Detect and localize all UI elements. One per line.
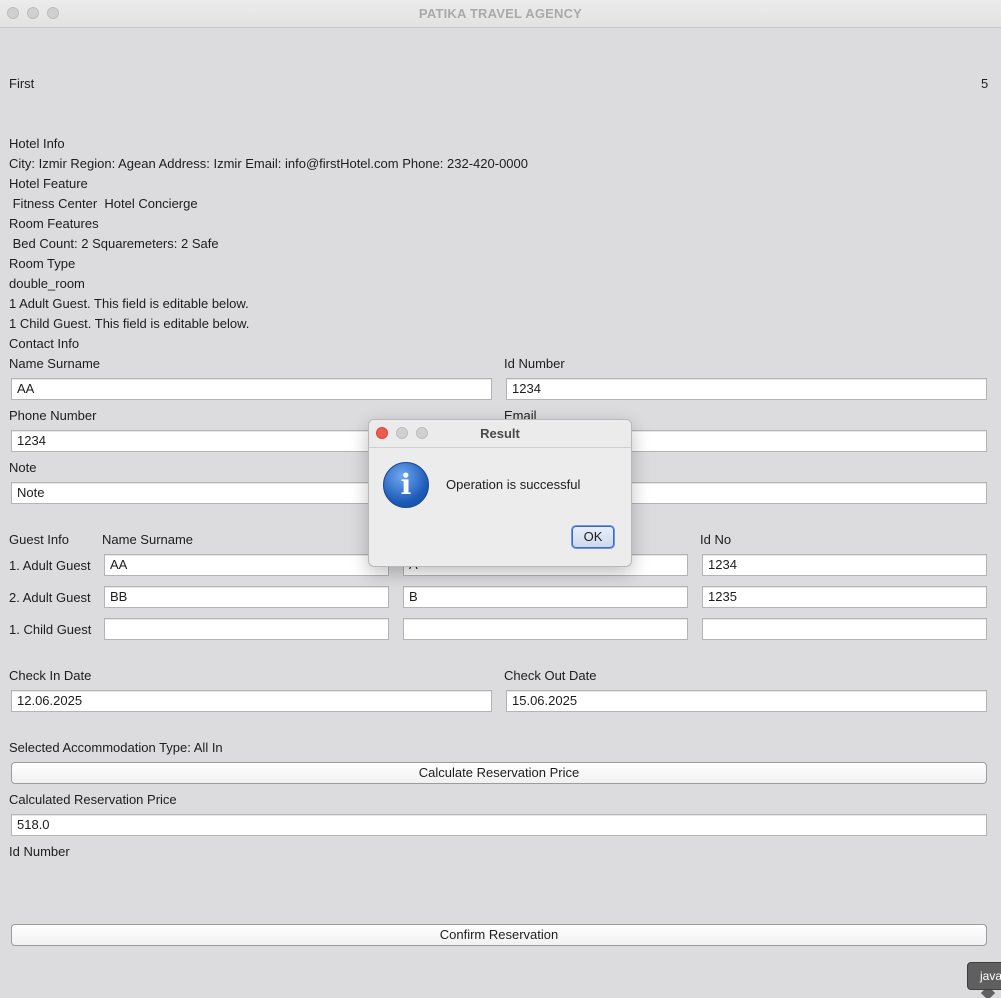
child-guest-note: 1 Child Guest. This field is editable be…	[9, 316, 250, 331]
window-title: PATIKA TRAVEL AGENCY	[418, 6, 583, 21]
check-out-input[interactable]: 15.06.2025	[506, 690, 987, 712]
calculated-price-input[interactable]: 518.0	[11, 814, 987, 836]
calculated-price-label: Calculated Reservation Price	[9, 792, 177, 807]
guest-name-input[interactable]: BB	[104, 586, 389, 608]
id-number-label: Id Number	[9, 844, 70, 859]
check-in-input[interactable]: 12.06.2025	[11, 690, 492, 712]
guest-id-column-header: Id No	[700, 532, 732, 547]
room-features-header: Room Features	[9, 216, 99, 231]
hotel-info-header: Hotel Info	[9, 136, 65, 151]
contact-id-input[interactable]: 1234	[506, 378, 987, 400]
calculate-price-button[interactable]: Calculate Reservation Price	[11, 762, 987, 784]
check-out-label: Check Out Date	[504, 668, 597, 683]
guest-name-column-header: Name Surname	[102, 532, 194, 547]
guest-row-label: 1. Adult Guest	[9, 558, 91, 573]
guest-middle-input[interactable]: B	[403, 586, 688, 608]
guest-id-input[interactable]: 1235	[702, 586, 987, 608]
confirm-reservation-button[interactable]: Confirm Reservation	[11, 924, 987, 946]
dock-tooltip: java	[967, 962, 1001, 990]
contact-name-label: Name Surname	[9, 356, 101, 371]
hotel-name: First	[9, 76, 35, 91]
room-type-header: Room Type	[9, 256, 76, 271]
hotel-feature-header: Hotel Feature	[9, 176, 88, 191]
room-type-value: double_room	[9, 276, 85, 291]
dialog-title: Result	[480, 426, 520, 441]
main-window: PATIKA TRAVEL AGENCY First 5 Hotel Info …	[0, 0, 1001, 998]
hotel-feature-line: Fitness Center Hotel Concierge	[9, 196, 198, 211]
ok-button[interactable]: OK	[572, 526, 614, 548]
title-bar: PATIKA TRAVEL AGENCY	[0, 0, 1001, 28]
guest-id-input[interactable]	[702, 618, 987, 640]
result-dialog: Result i Operation is successful OK	[368, 419, 632, 567]
hotel-info-line: City: Izmir Region: Agean Address: Izmir…	[9, 156, 528, 171]
info-icon: i	[383, 462, 429, 508]
room-features-line: Bed Count: 2 Squaremeters: 2 Safe	[9, 236, 219, 251]
guest-name-input[interactable]: AA	[104, 554, 389, 576]
guest-id-input[interactable]: 1234	[702, 554, 987, 576]
guest-row-label: 1. Child Guest	[9, 622, 92, 637]
contact-phone-label: Phone Number	[9, 408, 97, 423]
contact-id-label: Id Number	[504, 356, 565, 371]
contact-note-label: Note	[9, 460, 37, 475]
contact-info-header: Contact Info	[9, 336, 80, 351]
check-in-label: Check In Date	[9, 668, 92, 683]
dialog-message: Operation is successful	[446, 477, 581, 492]
guest-name-input[interactable]	[104, 618, 389, 640]
adult-guest-note: 1 Adult Guest. This field is editable be…	[9, 296, 249, 311]
guest-row-label: 2. Adult Guest	[9, 590, 91, 605]
guest-middle-input[interactable]	[403, 618, 688, 640]
guest-info-header: Guest Info	[9, 532, 69, 547]
hotel-stars: 5	[981, 76, 989, 91]
dialog-title-bar: Result	[369, 420, 631, 448]
accommodation-type-text: Selected Accommodation Type: All In	[9, 740, 223, 755]
contact-name-input[interactable]: AA	[11, 378, 492, 400]
